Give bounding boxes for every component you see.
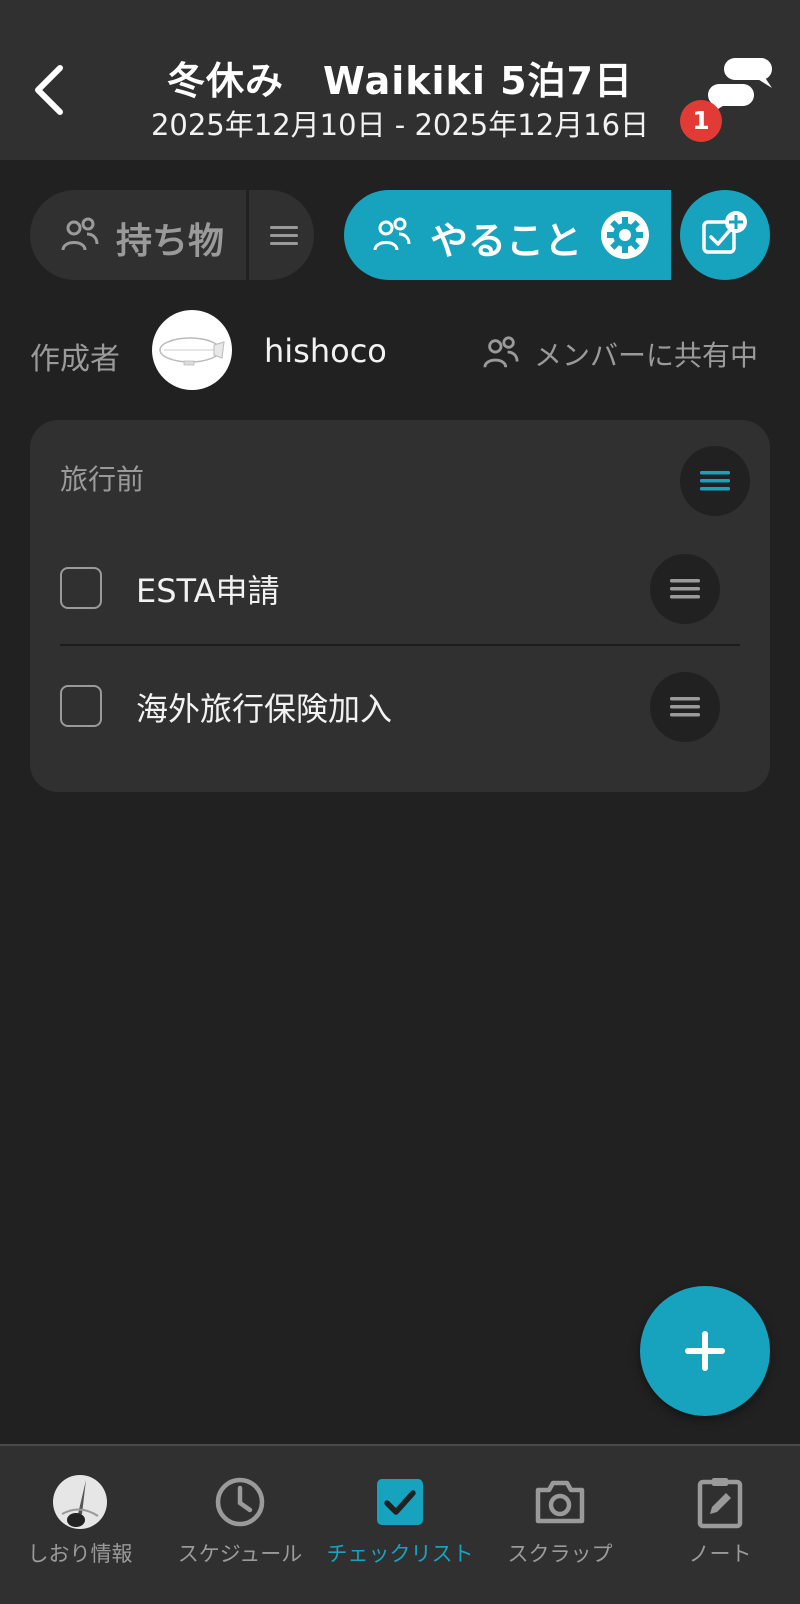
app-header: 冬休み Waikiki 5泊7日 2025年12月10日 - 2025年12月1… [0, 0, 800, 160]
menu-icon [700, 471, 730, 491]
item-checkbox[interactable] [60, 567, 102, 609]
nav-label: しおり情報 [27, 1542, 133, 1566]
nav-schedule[interactable]: スケジュール [160, 1446, 320, 1604]
tab-belongings[interactable]: 持ち物 [30, 190, 314, 280]
clock-icon [215, 1477, 265, 1527]
bottom-nav: しおり情報 スケジュール チェックリスト スクラップ ノート [0, 1444, 800, 1604]
gear-icon[interactable] [600, 210, 650, 260]
menu-icon [670, 579, 700, 599]
avatar [152, 310, 232, 390]
item-menu-button[interactable] [650, 554, 720, 624]
item-checkbox[interactable] [60, 685, 102, 727]
share-status-label: メンバーに共有中 [534, 339, 759, 372]
nav-label: スケジュール [177, 1542, 303, 1566]
tab-divider [671, 190, 674, 280]
plus-icon [685, 1331, 725, 1371]
nav-note[interactable]: ノート [640, 1446, 800, 1604]
share-status: メンバーに共有中 [482, 334, 758, 374]
checklist-group-card: 旅行前 ESTA申請 海外旅行保険加入 [30, 420, 770, 792]
reorder-icon[interactable] [268, 223, 300, 247]
nav-label: ノート [688, 1542, 752, 1566]
group-title: 旅行前 [60, 463, 145, 496]
checkbox-icon [377, 1479, 423, 1525]
nav-scrap[interactable]: スクラップ [480, 1446, 640, 1604]
people-icon [61, 217, 99, 251]
nav-label: チェックリスト [326, 1542, 474, 1566]
author-label: 作成者 [30, 342, 120, 377]
people-icon [483, 336, 519, 368]
divider [60, 644, 740, 646]
item-menu-button[interactable] [650, 672, 720, 742]
list-item: ESTA申請 [30, 534, 770, 644]
nav-checklist[interactable]: チェックリスト [320, 1446, 480, 1604]
note-edit-icon [697, 1478, 743, 1529]
item-label: ESTA申請 [136, 572, 280, 610]
list-item: 海外旅行保険加入 [30, 652, 770, 762]
tab-divider [246, 190, 249, 280]
camera-icon [535, 1480, 585, 1524]
item-label: 海外旅行保険加入 [136, 690, 393, 728]
trip-photo-icon [53, 1475, 107, 1529]
add-checklist-button[interactable] [680, 190, 770, 280]
tab-todo-label: やること [430, 219, 583, 263]
nav-label: スクラップ [507, 1542, 613, 1566]
menu-icon [670, 697, 700, 717]
group-menu-button[interactable] [680, 446, 750, 516]
add-checklist-icon [702, 211, 747, 254]
people-icon [373, 217, 411, 251]
tab-todo[interactable]: やること [344, 190, 674, 280]
trip-title: 冬休み Waikiki 5泊7日 [167, 59, 633, 103]
nav-trip-info[interactable]: しおり情報 [0, 1446, 160, 1604]
author-name: hishoco [264, 332, 387, 370]
add-item-button[interactable] [640, 1286, 770, 1416]
tab-belongings-label: 持ち物 [116, 221, 225, 262]
airship-icon [159, 337, 225, 366]
notification-badge: 1 [680, 100, 722, 142]
